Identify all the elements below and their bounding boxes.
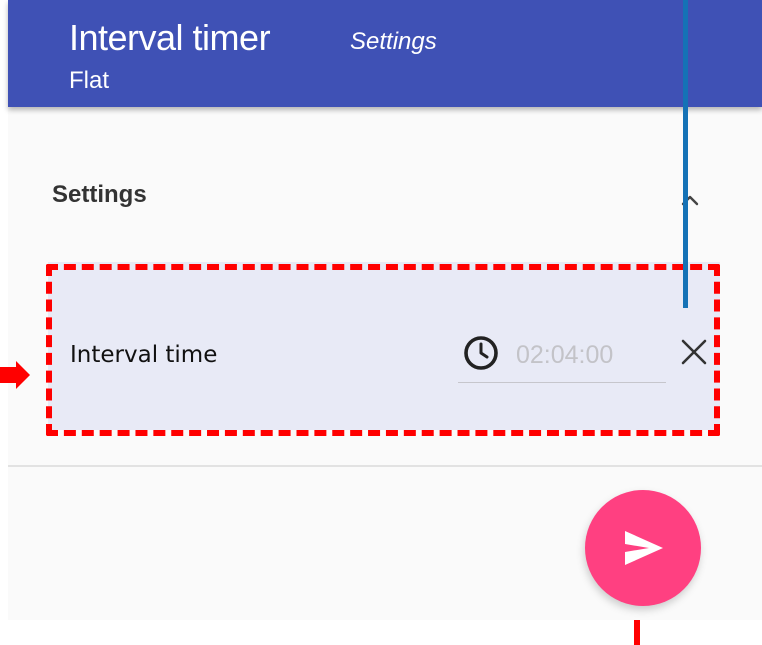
close-icon — [681, 339, 707, 365]
app-toolbar: Interval timer Settings Flat — [8, 0, 762, 107]
page-subtitle: Settings — [350, 28, 437, 55]
annotation-arrow-icon — [0, 361, 30, 389]
clock-icon — [464, 336, 498, 370]
screenshot-stage: Interval timer Settings Flat Settings In… — [0, 0, 762, 645]
section-title: Settings — [52, 181, 147, 208]
app-canvas: Interval timer Settings Flat Settings In… — [8, 0, 762, 620]
annotation-red-line — [634, 620, 640, 645]
preset-name: Flat — [69, 67, 110, 94]
interval-time-input[interactable]: 02:04:00 — [458, 330, 666, 383]
send-icon — [625, 531, 663, 565]
clear-value-button[interactable] — [674, 332, 714, 372]
app-title: Interval timer — [69, 17, 271, 58]
setting-label: Interval time — [70, 342, 218, 368]
chevron-up-icon — [681, 195, 699, 206]
interval-time-setting-row: Interval time 02:04:00 — [48, 262, 720, 430]
collapse-toggle-button[interactable] — [670, 180, 710, 220]
annotation-blue-line — [683, 0, 688, 308]
section-divider — [8, 465, 762, 467]
interval-time-value: 02:04:00 — [516, 341, 614, 369]
send-fab-button[interactable] — [585, 490, 701, 606]
settings-section-header[interactable]: Settings — [8, 160, 728, 230]
